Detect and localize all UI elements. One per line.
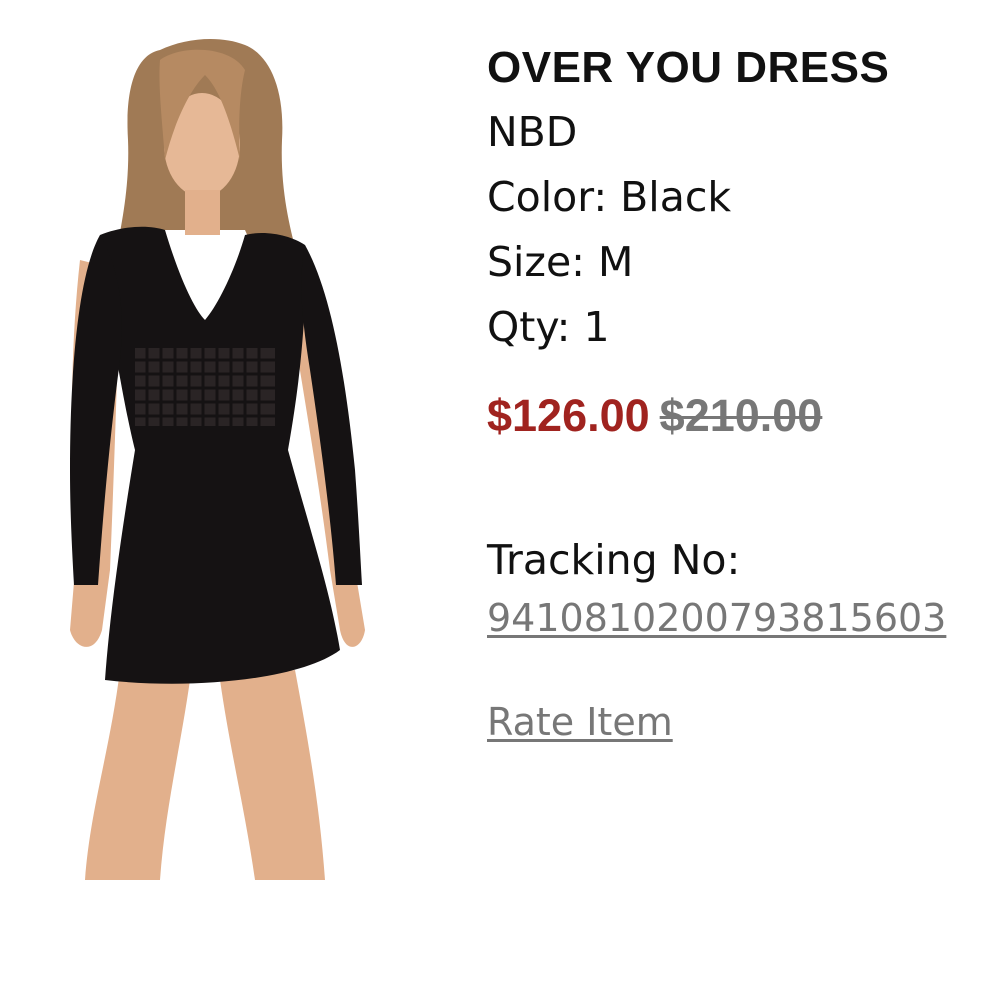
tracking-label: Tracking No: [487,536,741,584]
product-details: OVER YOU DRESS NBD Color: Black Size: M … [487,36,1000,750]
tracking-number-link[interactable]: 9410810200793815603 [487,590,946,646]
product-title: OVER YOU DRESS [487,43,890,92]
sale-price: $126.00 [487,390,650,441]
dress-photo-illustration [70,38,365,880]
quantity-info: Qty: 1 [487,303,610,351]
original-price: $210.00 [659,390,823,441]
product-image[interactable] [40,30,390,880]
rate-item-link[interactable]: Rate Item [487,694,673,750]
color-info: Color: Black [487,173,732,221]
size-info: Size: M [487,238,634,286]
brand-name: NBD [487,108,578,156]
price-row: $126.00 $210.00 [487,386,1000,446]
